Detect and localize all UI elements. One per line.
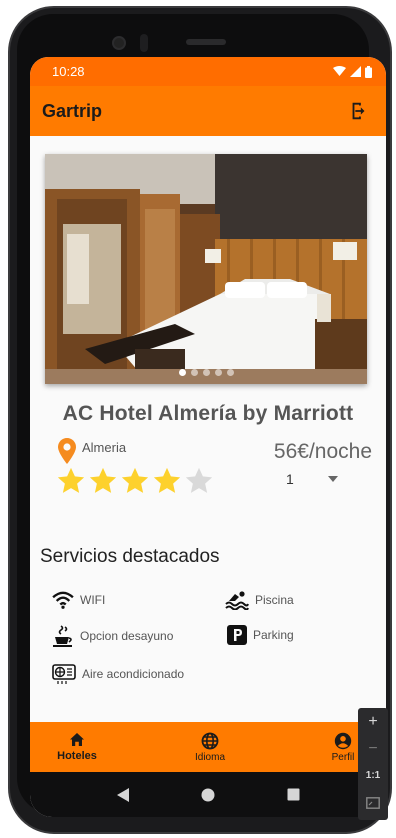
status-icons (333, 65, 372, 78)
zoom-reset-button[interactable]: 1:1 (358, 762, 388, 789)
sensor-icon (140, 34, 148, 52)
nav-label: Idioma (194, 751, 225, 763)
app-bar: Gartrip (30, 86, 386, 136)
service-label: Aire acondicionado (82, 667, 185, 681)
nav-item-hoteles[interactable]: Hoteles (52, 732, 102, 762)
speaker-grille (186, 39, 226, 45)
parking-icon (227, 625, 247, 645)
star-rating (56, 466, 214, 496)
service-breakfast: Opcion desayuno (52, 625, 173, 647)
service-label: Opcion desayuno (80, 629, 174, 643)
service-wifi: WIFI (52, 591, 105, 609)
hotel-detail: AC Hotel Almería by Marriott Almeria 56€… (30, 136, 386, 737)
service-pool: Piscina (225, 590, 294, 610)
service-air-conditioning: Aire acondicionado (52, 663, 184, 685)
hotel-photo-carousel[interactable] (45, 154, 367, 384)
hotel-price: 56€/noche (273, 440, 372, 463)
home-circle-icon[interactable] (201, 788, 215, 802)
star-filled-icon (57, 467, 85, 493)
quantity-dropdown[interactable]: 1 (278, 467, 338, 491)
signal-icon (350, 66, 361, 77)
service-label: WIFI (80, 593, 106, 607)
camera-icon (112, 36, 126, 50)
service-label: Parking (253, 628, 294, 642)
zoom-out-button[interactable]: − (358, 735, 388, 762)
system-navigation-bar (30, 772, 386, 817)
home-icon (70, 733, 84, 746)
service-label: Piscina (255, 593, 294, 607)
chevron-down-icon (328, 476, 338, 482)
nav-label: Perfil (331, 751, 355, 763)
star-filled-icon (153, 467, 181, 493)
app-title: Gartrip (42, 100, 103, 121)
star-filled-icon (89, 467, 117, 493)
wifi-status-icon (333, 66, 346, 76)
account-icon (334, 732, 352, 749)
star-filled-icon (121, 467, 149, 493)
quantity-value: 1 (286, 471, 294, 487)
nav-item-idioma[interactable]: Idioma (185, 732, 235, 763)
back-icon[interactable] (116, 787, 130, 803)
carousel-dot[interactable] (178, 369, 186, 376)
services-title: Servicios destacados (40, 546, 220, 567)
carousel-indicators (45, 369, 367, 376)
location-text: Almeria (82, 440, 127, 455)
hotel-location: Almeria (58, 438, 126, 464)
location-pin-icon (58, 438, 76, 464)
star-empty-icon (185, 467, 213, 493)
logout-icon (352, 102, 365, 120)
fit-screen-icon (366, 796, 380, 809)
globe-icon (201, 732, 219, 749)
recents-icon[interactable] (287, 788, 300, 801)
status-time: 10:28 (52, 64, 85, 79)
status-bar: 10:28 (30, 57, 386, 86)
zoom-in-button[interactable]: + (358, 708, 388, 735)
bottom-navigation: Hoteles Idioma Perfil (30, 722, 386, 772)
hotel-room-image (45, 154, 367, 384)
wifi-icon (52, 591, 74, 609)
carousel-dot[interactable] (202, 369, 210, 376)
service-parking: Parking (227, 625, 294, 645)
battery-icon (365, 65, 372, 78)
carousel-dot[interactable] (226, 369, 234, 376)
fit-screen-button[interactable] (358, 789, 388, 816)
nav-label: Hoteles (57, 750, 97, 762)
pool-icon (225, 591, 249, 610)
hotel-name: AC Hotel Almería by Marriott (62, 402, 354, 425)
air-conditioner-icon (52, 664, 76, 684)
carousel-dot[interactable] (190, 369, 198, 376)
emulator-zoom-controls: + − 1:1 (358, 708, 388, 820)
app-screen: 10:28 Gartrip AC Hotel Almería by Marrio… (30, 57, 386, 817)
carousel-dot[interactable] (214, 369, 222, 376)
logout-button[interactable] (346, 98, 372, 124)
breakfast-icon (53, 625, 72, 647)
